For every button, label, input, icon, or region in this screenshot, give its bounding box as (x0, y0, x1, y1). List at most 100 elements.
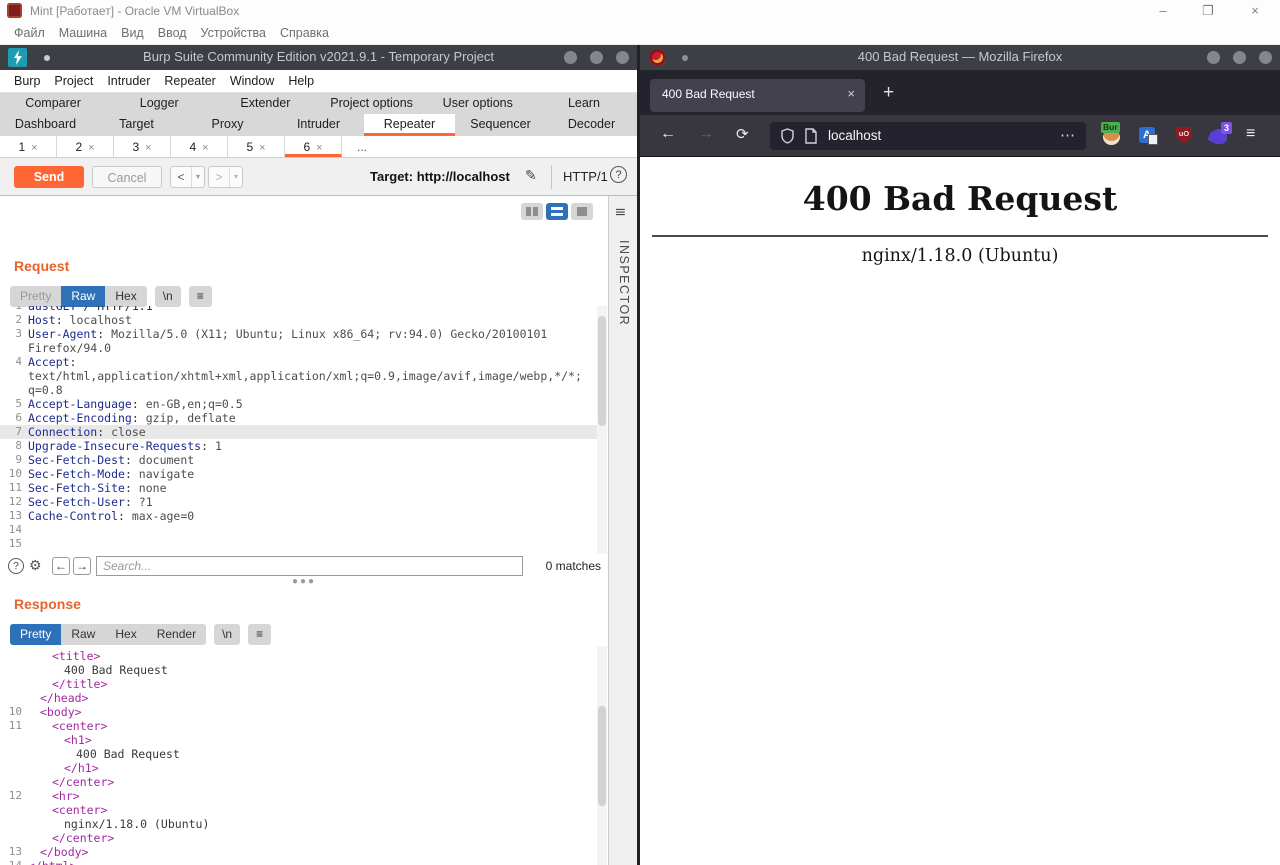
newline-toggle-button[interactable]: \n (214, 624, 240, 645)
cancel-button[interactable]: Cancel (92, 166, 162, 188)
code-line[interactable]: 1austGET / HTTP/1.1 (0, 306, 597, 313)
dropdown-icon[interactable]: ▾ (229, 167, 242, 187)
code-line[interactable]: </center> (0, 775, 597, 789)
request-editor[interactable]: 1austGET / HTTP/1.12Host: localhost3User… (0, 306, 597, 554)
burp-menu-item-help[interactable]: Help (288, 74, 314, 88)
help-icon[interactable]: ? (8, 558, 24, 574)
code-line[interactable]: 400 Bad Request (0, 663, 597, 677)
response-scrollbar[interactable] (597, 646, 607, 865)
code-line[interactable]: </title> (0, 677, 597, 691)
host-menu-item-ввод[interactable]: Ввод (158, 26, 187, 40)
code-line[interactable]: 10<body> (0, 705, 597, 719)
host-menu-item-устройства[interactable]: Устройства (201, 26, 266, 40)
inspector-label[interactable]: INSPECTOR (617, 240, 631, 326)
tab-close-icon[interactable]: × (259, 142, 265, 154)
code-line[interactable]: q=0.8 (0, 383, 597, 397)
code-line[interactable]: 14 (0, 523, 597, 537)
next-match-button[interactable]: → (73, 557, 91, 575)
tab-project-options[interactable]: Project options (319, 93, 425, 114)
tab-close-icon[interactable]: × (847, 86, 855, 101)
code-line[interactable]: 400 Bad Request (0, 747, 597, 761)
window-button[interactable] (1233, 51, 1246, 64)
panel-splitter[interactable]: ●●● (0, 576, 608, 587)
tracking-shield-icon[interactable] (780, 128, 795, 149)
tab-dashboard[interactable]: Dashboard (0, 114, 91, 136)
code-line[interactable]: 12<hr> (0, 789, 597, 803)
tab-comparer[interactable]: Comparer (0, 93, 106, 114)
help-icon[interactable]: ? (610, 166, 627, 183)
code-line[interactable]: 3User-Agent: Mozilla/5.0 (X11; Ubuntu; L… (0, 327, 597, 341)
wappalyzer-extension-icon[interactable]: 3 (1209, 124, 1231, 146)
burp-menu-item-project[interactable]: Project (54, 74, 93, 88)
newline-toggle-button[interactable]: \n (155, 286, 181, 307)
repeater-tab-2[interactable]: 2× (57, 136, 114, 157)
code-line[interactable]: 2Host: localhost (0, 313, 597, 327)
forward-arrow-icon[interactable]: > (209, 167, 229, 187)
repeater-tab-3[interactable]: 3× (114, 136, 171, 157)
tab-intruder[interactable]: Intruder (273, 114, 364, 136)
layout-columns-button[interactable] (521, 203, 543, 220)
forward-button[interactable]: → (698, 125, 714, 143)
layout-single-button[interactable] (571, 203, 593, 220)
code-line[interactable]: 14</html> (0, 859, 597, 865)
view-tab-hex[interactable]: Hex (105, 624, 146, 645)
code-line[interactable]: 5Accept-Language: en-GB,en;q=0.5 (0, 397, 597, 411)
dropdown-icon[interactable]: ▾ (191, 167, 204, 187)
ublock-extension-icon[interactable]: uO (1173, 124, 1195, 146)
tab-logger[interactable]: Logger (106, 93, 212, 114)
code-line[interactable]: 7Connection: close (0, 425, 597, 439)
search-input[interactable]: Search... (96, 556, 523, 576)
code-line[interactable]: <h1> (0, 733, 597, 747)
code-line[interactable]: 6Accept-Encoding: gzip, deflate (0, 411, 597, 425)
inspector-sidebar[interactable]: ≡ INSPECTOR (608, 196, 637, 865)
view-tab-raw[interactable]: Raw (61, 624, 105, 645)
tab-user-options[interactable]: User options (425, 93, 531, 114)
translate-extension-icon[interactable]: A (1137, 124, 1159, 146)
burp-titlebar[interactable]: Burp Suite Community Edition v2021.9.1 -… (0, 45, 637, 70)
code-line[interactable]: </center> (0, 831, 597, 845)
window-button[interactable] (1259, 51, 1272, 64)
view-tab-render[interactable]: Render (147, 624, 206, 645)
code-line[interactable]: <title> (0, 649, 597, 663)
http-version-label[interactable]: HTTP/1 (563, 169, 608, 184)
host-menu-item-вид[interactable]: Вид (121, 26, 144, 40)
host-menu-item-машина[interactable]: Машина (59, 26, 107, 40)
burp-menu-item-repeater[interactable]: Repeater (164, 74, 215, 88)
new-tab-button[interactable]: + (883, 82, 894, 104)
code-line[interactable]: 13Cache-Control: max-age=0 (0, 509, 597, 523)
history-back-button[interactable]: < ▾ (170, 166, 205, 188)
page-actions-icon[interactable]: ⋯ (1060, 126, 1076, 144)
view-tab-raw[interactable]: Raw (61, 286, 105, 307)
reload-button[interactable]: ⟳ (736, 125, 749, 143)
history-forward-button[interactable]: > ▾ (208, 166, 243, 188)
repeater-tab-6[interactable]: 6× (285, 136, 342, 157)
tab-target[interactable]: Target (91, 114, 182, 136)
tab-close-icon[interactable]: × (316, 142, 322, 154)
close-button[interactable]: × (1232, 0, 1278, 22)
tab-extender[interactable]: Extender (212, 93, 318, 114)
code-line[interactable]: 8Upgrade-Insecure-Requests: 1 (0, 439, 597, 453)
view-tab-pretty[interactable]: Pretty (10, 624, 61, 645)
back-button[interactable]: ← (660, 125, 676, 143)
code-line[interactable]: 13</body> (0, 845, 597, 859)
code-line[interactable]: 9Sec-Fetch-Dest: document (0, 453, 597, 467)
window-button[interactable] (564, 51, 577, 64)
back-arrow-icon[interactable]: < (171, 167, 191, 187)
tab-close-icon[interactable]: × (31, 142, 37, 154)
restore-button[interactable]: ❐ (1185, 0, 1231, 22)
page-info-icon[interactable] (804, 128, 818, 149)
repeater-tab-overflow[interactable]: ... (342, 136, 382, 157)
host-menu-item-справка[interactable]: Справка (280, 26, 329, 40)
code-line[interactable]: </head> (0, 691, 597, 705)
edit-target-icon[interactable]: ✎ (525, 167, 537, 184)
url-bar[interactable]: localhost ⋯ (770, 122, 1086, 150)
editor-menu-button[interactable]: ≡ (248, 624, 271, 645)
window-button[interactable] (590, 51, 603, 64)
repeater-tab-4[interactable]: 4× (171, 136, 228, 157)
hamburger-menu-icon[interactable]: ≡ (1246, 125, 1255, 143)
burp-menu-item-window[interactable]: Window (230, 74, 274, 88)
code-line[interactable]: </h1> (0, 761, 597, 775)
code-line[interactable]: 11<center> (0, 719, 597, 733)
browser-tab[interactable]: 400 Bad Request × (650, 79, 865, 112)
view-tab-hex[interactable]: Hex (105, 286, 146, 307)
